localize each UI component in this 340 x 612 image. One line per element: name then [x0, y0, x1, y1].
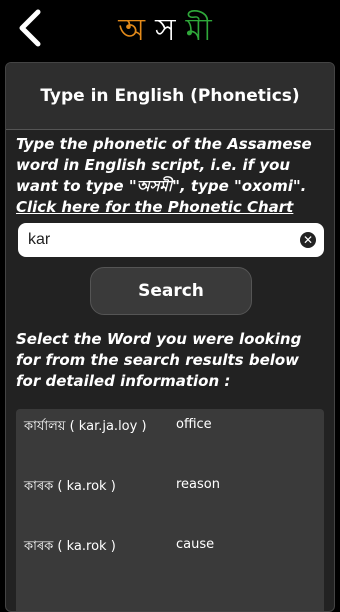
panel-title: Type in English (Phonetics) — [6, 63, 334, 130]
result-meaning: reason — [176, 477, 220, 492]
result-item[interactable]: কাৰক ( ka.rok ) reason — [16, 469, 324, 499]
results-list: কাৰ্যালয় ( kar.ja.loy ) office কাৰক ( k… — [16, 409, 324, 611]
top-bar: অসমী — [0, 0, 340, 56]
result-word: কাৰক ( ka.rok ) — [24, 539, 116, 554]
app-title: অসমী — [0, 6, 340, 58]
instructions-text: Type the phonetic of the Assamese word i… — [16, 134, 324, 218]
result-word: কাৰ্যালয় ( kar.ja.loy ) — [24, 419, 147, 434]
instructions-body: Type the phonetic of the Assamese word i… — [16, 135, 312, 195]
title-part-1: অ — [118, 12, 156, 48]
result-meaning: office — [176, 417, 212, 432]
result-meaning: cause — [176, 537, 215, 552]
result-item[interactable]: কাৰক ( ka.rok ) cause — [16, 529, 324, 559]
phonetic-chart-link[interactable]: Click here for the Phonetic Chart — [16, 197, 324, 218]
result-word: কাৰক ( ka.rok ) — [24, 479, 116, 494]
title-part-2: স — [155, 12, 186, 48]
search-field[interactable]: ✕ — [18, 223, 324, 257]
clear-icon[interactable]: ✕ — [300, 232, 316, 248]
phonetic-search-panel: Type in English (Phonetics) Type the pho… — [5, 62, 335, 612]
select-word-text: Select the Word you were looking for fro… — [16, 330, 302, 390]
result-item[interactable]: কাৰ্যালয় ( kar.ja.loy ) office — [16, 409, 324, 439]
search-button[interactable]: Search — [90, 267, 252, 315]
title-part-3: মী — [185, 12, 222, 48]
search-input[interactable] — [26, 230, 290, 250]
